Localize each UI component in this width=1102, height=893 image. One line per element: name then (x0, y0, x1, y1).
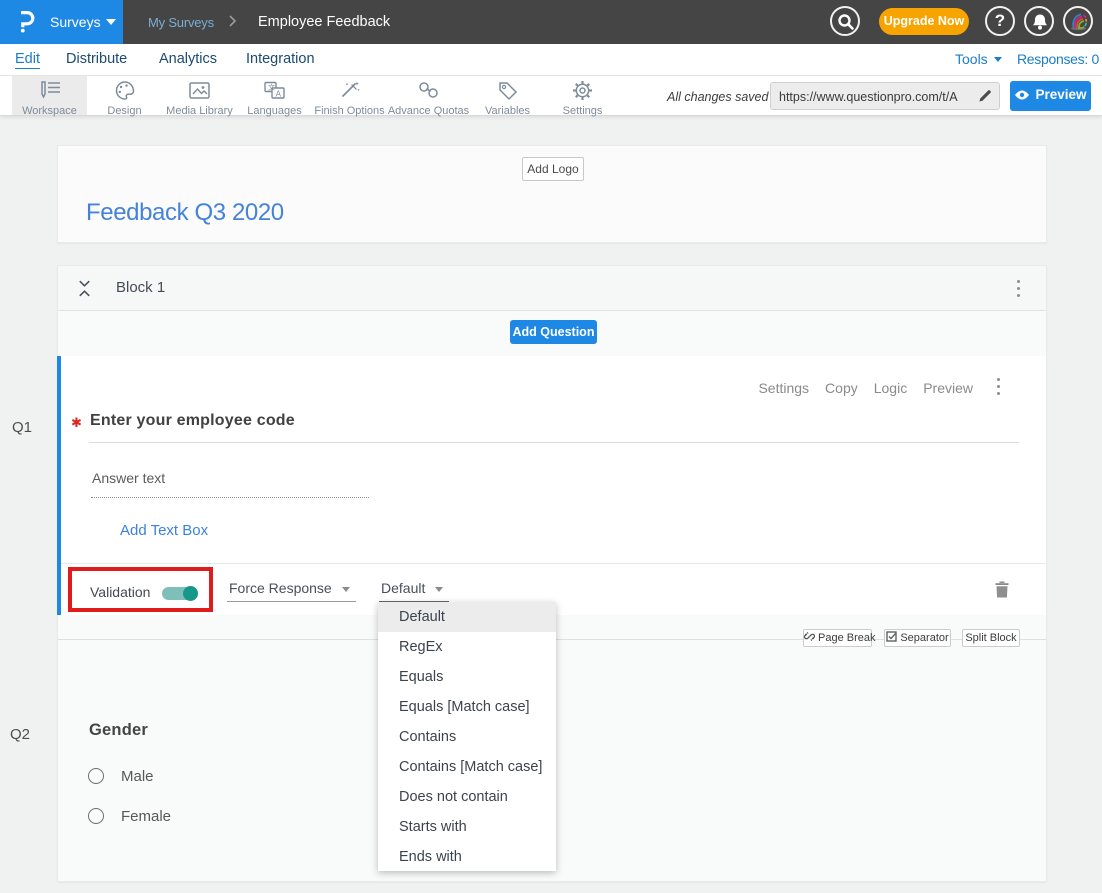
svg-text:文: 文 (268, 83, 275, 92)
svg-text:A: A (276, 89, 282, 98)
